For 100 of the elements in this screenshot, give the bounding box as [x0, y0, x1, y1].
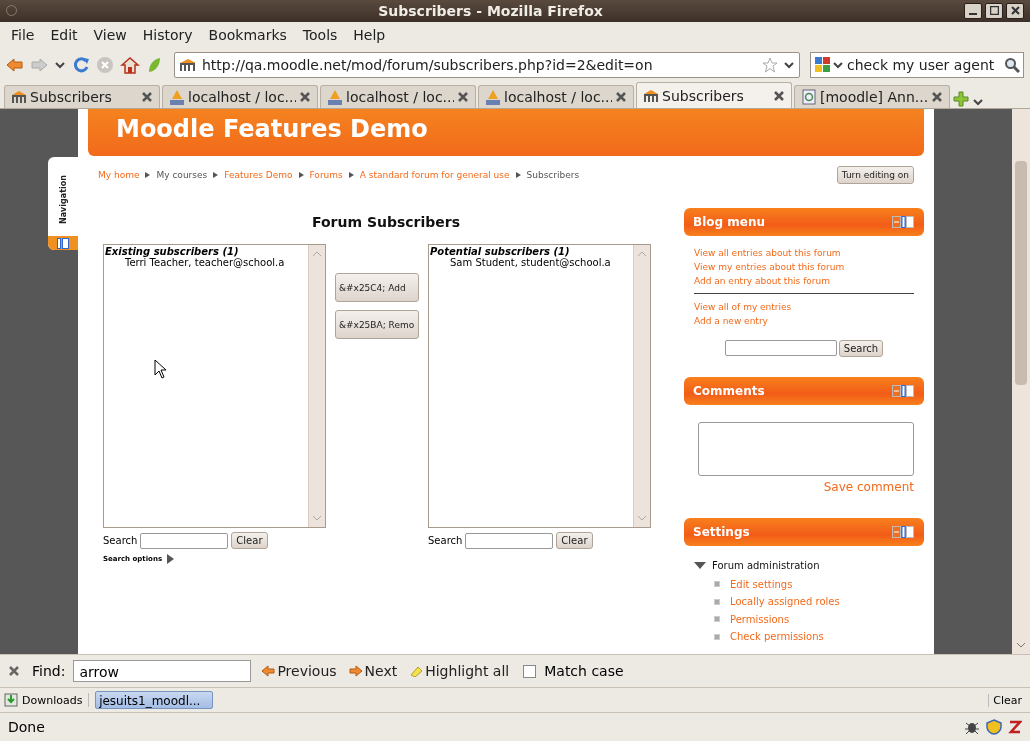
search-field[interactable] — [465, 532, 554, 549]
list-option[interactable]: Sam Student, student@school.a — [430, 257, 632, 269]
menu-item[interactable]: Bookmarks — [200, 26, 295, 43]
expanded-triangle-icon[interactable] — [694, 561, 706, 570]
back-arrow-icon[interactable] — [6, 56, 24, 73]
close-icon[interactable] — [773, 89, 785, 102]
left-arrow-icon — [261, 665, 276, 678]
browser-tab[interactable]: Subscribers — [4, 85, 160, 109]
turn-editing-on-button[interactable]: Turn editing on — [836, 166, 914, 185]
bullet-icon — [714, 598, 720, 605]
block-title: Comments — [693, 384, 765, 399]
site-title: Moodle Features Demo — [116, 114, 428, 146]
breadcrumb-item: My courses — [156, 170, 208, 181]
close-icon[interactable] — [457, 91, 469, 104]
menu-item[interactable]: View — [85, 26, 135, 43]
find-field[interactable]: arrow — [73, 660, 252, 683]
subscribers-listbox[interactable]: Existing subscribers (1) Terri Teacher, teacher@school.a — [103, 244, 326, 529]
remove-button[interactable]: &#x25BA; Remo — [335, 310, 419, 340]
add-button[interactable]: &#x25C4; Add — [335, 273, 419, 303]
menu-item[interactable]: History — [134, 26, 201, 43]
sailboat-logo-icon — [327, 89, 343, 106]
match-case-checkbox[interactable] — [523, 664, 537, 678]
moodle-logo-icon — [179, 57, 197, 72]
list-group-label: Potential subscribers (1) — [430, 246, 571, 258]
close-icon[interactable] — [8, 665, 20, 678]
status-text: Done — [8, 719, 45, 736]
reload-icon[interactable] — [72, 55, 90, 74]
shield-icon[interactable] — [986, 719, 1002, 736]
right-arrow-icon — [348, 665, 363, 678]
browser-tab[interactable]: [moodle] Ann... — [794, 85, 950, 109]
potential-subscribers-listbox[interactable]: Potential subscribers (1) Sam Student, student@school.a — [428, 244, 651, 529]
find-label: Find: — [32, 663, 66, 680]
page-icon — [801, 89, 817, 106]
search-label: Search — [428, 535, 463, 547]
comment-field[interactable] — [698, 422, 914, 477]
download-icon — [4, 693, 18, 708]
maximize-icon — [989, 6, 999, 16]
browser-tab[interactable]: localhost / loc... — [478, 85, 634, 109]
dock-icon[interactable] — [57, 237, 69, 249]
scroll-down-icon[interactable] — [1016, 642, 1026, 649]
browser-tab[interactable]: Subscribers — [636, 82, 792, 109]
list-group-label: Existing subscribers (1) — [105, 246, 239, 258]
blog-search-field[interactable] — [724, 340, 837, 357]
separator-triangle-icon — [213, 172, 219, 179]
block-controls-icon[interactable] — [892, 385, 914, 398]
home-icon[interactable] — [120, 55, 140, 74]
bullet-icon — [714, 616, 720, 623]
browser-tab[interactable]: localhost / loc... — [320, 85, 476, 109]
menu-item[interactable]: Help — [345, 26, 394, 43]
match-case-label: Match case — [544, 663, 624, 680]
close-button[interactable] — [1006, 2, 1024, 19]
bullet-icon — [714, 581, 720, 588]
block-title: Settings — [693, 525, 750, 540]
highlighter-icon — [409, 665, 424, 678]
browser-tab[interactable]: localhost / loc... — [162, 85, 318, 109]
search-field[interactable]: check my user agent — [810, 51, 1024, 78]
zotero-z-icon[interactable] — [1008, 719, 1022, 736]
next-button[interactable]: Next — [346, 663, 400, 680]
close-icon[interactable] — [141, 91, 153, 104]
page-scrollbar[interactable] — [1012, 109, 1030, 655]
clear-button[interactable]: Clear — [231, 532, 268, 550]
menu-item[interactable]: Tools — [294, 26, 346, 43]
separator-triangle-icon — [145, 172, 151, 179]
search-field[interactable] — [140, 532, 229, 549]
address-field[interactable]: http://qa.moodle.net/mod/forum/subscribers.php?id=2&edit=on — [174, 51, 800, 78]
expand-triangle-icon[interactable] — [167, 554, 175, 565]
maximize-button[interactable] — [985, 2, 1003, 19]
window-title: Subscribers - Mozilla Firefox — [377, 2, 604, 19]
clear-button[interactable]: Clear — [988, 693, 1026, 707]
bookmark-star-icon[interactable] — [762, 56, 778, 73]
menu-item[interactable]: Edit — [42, 26, 86, 43]
block-controls-icon[interactable] — [892, 216, 914, 229]
minimize-icon — [969, 12, 977, 15]
close-icon[interactable] — [615, 91, 627, 104]
search-label: Search — [103, 535, 138, 547]
menu-item[interactable]: File — [3, 26, 43, 43]
block-controls-icon[interactable] — [892, 526, 914, 539]
mouse-pointer-icon — [154, 359, 168, 380]
search-icon[interactable] — [1004, 56, 1020, 73]
clear-button[interactable]: Clear — [556, 532, 593, 550]
download-item[interactable]: jesuits1_moodl... — [95, 691, 214, 710]
previous-button[interactable]: Previous — [259, 663, 339, 680]
separator-triangle-icon — [298, 172, 304, 179]
downloads-button[interactable]: Downloads — [4, 693, 90, 708]
moodle-logo-icon — [11, 90, 27, 105]
block-title: Blog menu — [693, 215, 765, 230]
separator-triangle-icon — [348, 172, 354, 179]
highlight-all-button[interactable]: Highlight all — [407, 663, 512, 680]
close-icon[interactable] — [931, 91, 943, 104]
navigation-tab[interactable]: Navigation — [48, 157, 78, 251]
separator-triangle-icon — [515, 172, 521, 179]
search-button[interactable]: Search — [838, 340, 884, 358]
search-engine-icon[interactable] — [814, 55, 844, 74]
close-icon[interactable] — [299, 91, 311, 104]
breadcrumb-item: Subscribers — [526, 170, 580, 181]
close-icon — [1010, 6, 1020, 16]
moodle-logo-icon — [643, 88, 659, 103]
minimize-button[interactable] — [964, 2, 982, 19]
tree-node[interactable]: Forum administration — [712, 560, 820, 572]
list-option[interactable]: Terri Teacher, teacher@school.a — [105, 257, 307, 269]
